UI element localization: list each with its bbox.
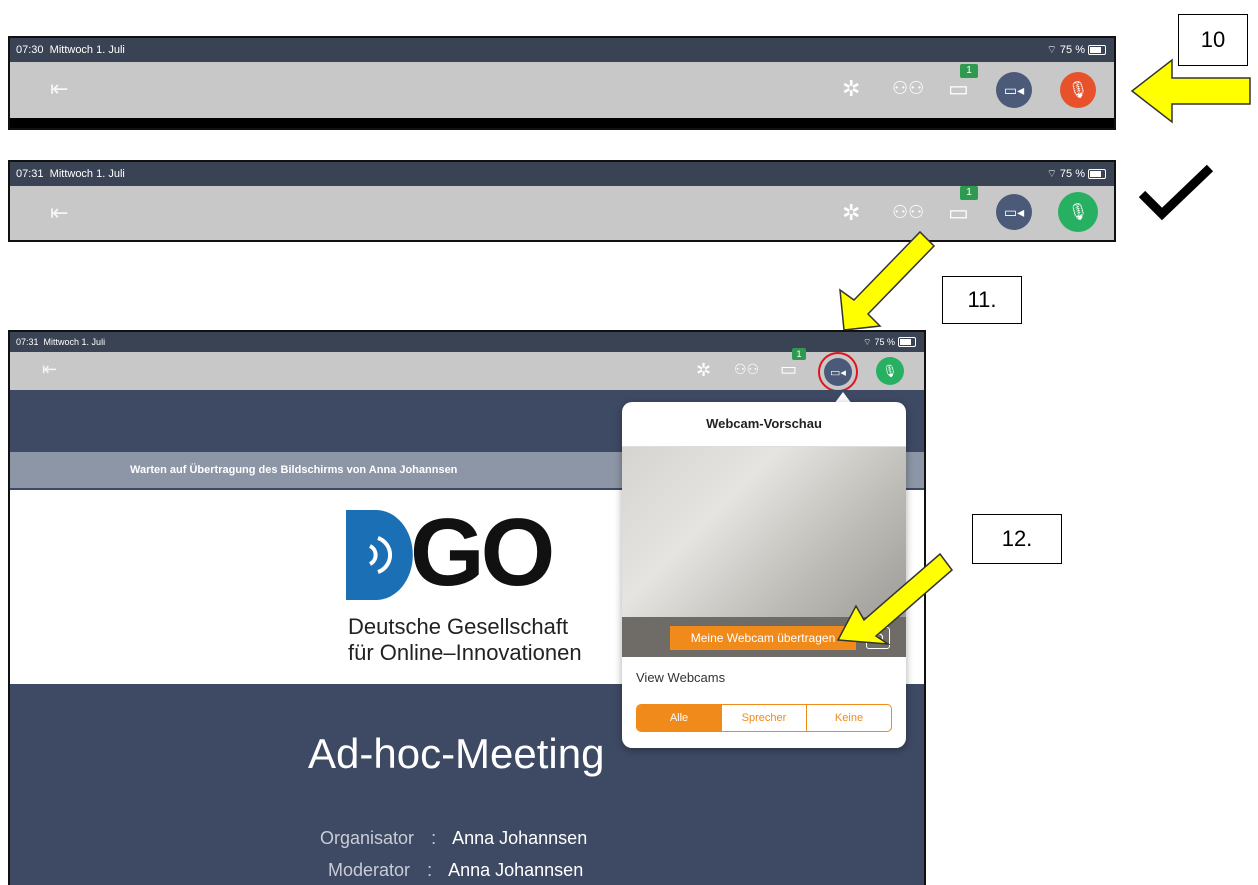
battery-percent: 75 % — [1059, 168, 1085, 180]
moderator-value: Anna Johannsen — [448, 860, 584, 880]
dgo-logo: GO — [346, 499, 606, 606]
status-bar: 07:30 Mittwoch 1. Juli ⌔ 75 % — [10, 38, 1114, 62]
moderator-label: Moderator — [328, 860, 411, 880]
status-time: 07:31 — [16, 168, 44, 180]
exit-icon[interactable]: ⇤ — [50, 202, 68, 224]
arrow-step-12-shape — [836, 552, 954, 645]
popover-title: Webcam-Vorschau — [622, 402, 906, 447]
arrow-step-10 — [1130, 58, 1251, 124]
battery-icon — [1088, 169, 1106, 179]
battery-icon — [898, 337, 916, 347]
share-webcam-button[interactable]: Meine Webcam übertragen — [670, 626, 856, 650]
chat-badge: 1 — [960, 64, 978, 78]
mic-icon: 🎙 — [1067, 204, 1089, 221]
status-date: Mittwoch 1. Juli — [49, 168, 125, 180]
microphone-active-button[interactable]: 🎙 — [1058, 192, 1098, 232]
logo-line-2: für Online–Innovationen — [348, 640, 582, 665]
checkmark-shape — [1138, 164, 1214, 221]
segment-keine[interactable]: Keine — [807, 705, 891, 731]
status-bar: 07:31 Mittwoch 1. Juli ⌔ 75 % — [10, 162, 1114, 186]
battery-percent: 75 % — [874, 337, 895, 347]
organisator-row: Organisator : Anna Johannsen — [320, 828, 587, 849]
webcam-button[interactable]: ▭◂ — [996, 194, 1032, 230]
meeting-title: Ad-hoc-Meeting — [308, 730, 605, 777]
toolbar-screenshot-muted: 07:30 Mittwoch 1. Juli ⌔ 75 % ⇤ ✲ ⚇⚇ ▭ 1 … — [8, 36, 1116, 130]
toolbar-bottom-edge — [10, 118, 1114, 128]
chat-icon[interactable]: ▭ — [948, 78, 969, 100]
webcam-button[interactable]: ▭◂ — [996, 72, 1032, 108]
status-time: 07:31 — [16, 337, 39, 347]
camera-icon: ▭◂ — [830, 366, 846, 379]
settings-gear-icon[interactable]: ✲ — [842, 202, 860, 224]
arrow-step-11 — [839, 230, 936, 331]
battery-percent: 75 % — [1059, 44, 1085, 56]
separator: : — [427, 860, 433, 880]
arrow-step-10-shape — [1130, 58, 1251, 124]
wifi-icon: ⌔ — [863, 337, 872, 347]
battery-icon — [1088, 45, 1106, 55]
status-time: 07:30 — [16, 44, 44, 56]
organisator-value: Anna Johannsen — [452, 828, 588, 848]
settings-gear-icon[interactable]: ✲ — [696, 361, 711, 379]
status-date: Mittwoch 1. Juli — [43, 337, 106, 347]
chat-badge: 1 — [960, 186, 978, 200]
step-11-label: 11. — [942, 276, 1022, 324]
settings-gear-icon[interactable]: ✲ — [842, 78, 860, 100]
wifi-icon: ⌔ — [1046, 168, 1057, 180]
users-icon[interactable]: ⚇⚇ — [734, 362, 759, 376]
dgo-d-shape — [346, 510, 413, 600]
microphone-muted-button[interactable]: 🎙 — [1060, 72, 1096, 108]
arrow-step-12 — [836, 552, 954, 645]
toolbar: ⇤ ✲ ⚇⚇ ▭ 1 ▭◂ 🎙 — [10, 62, 1114, 118]
arrow-step-11-shape — [839, 230, 936, 331]
segment-alle[interactable]: Alle — [637, 705, 722, 731]
organisator-label: Organisator — [320, 828, 415, 848]
wifi-icon: ⌔ — [1046, 44, 1057, 56]
camera-icon: ▭◂ — [1003, 203, 1025, 220]
dgo-d-icon — [346, 510, 413, 600]
dgo-letters: GO — [410, 499, 555, 606]
separator: : — [431, 828, 437, 848]
webcam-button[interactable]: ▭◂ — [824, 358, 852, 386]
segment-sprecher[interactable]: Sprecher — [722, 705, 807, 731]
checkmark-icon — [1138, 164, 1214, 221]
moderator-row: Moderator : Anna Johannsen — [328, 860, 583, 881]
toolbar-screenshot-unmuted: 07:31 Mittwoch 1. Juli ⌔ 75 % ⇤ ✲ ⚇⚇ ▭ 1 … — [8, 160, 1116, 242]
app-screenshot: 07:31 Mittwoch 1. Juli ⌔ 75 % ⇤ ✲ ⚇⚇ ▭ 1 … — [8, 330, 926, 885]
status-bar: 07:31 Mittwoch 1. Juli ⌔ 75 % — [10, 332, 924, 352]
exit-icon[interactable]: ⇤ — [50, 78, 68, 100]
logo-line-1: Deutsche Gesellschaft — [348, 614, 569, 639]
users-icon[interactable]: ⚇⚇ — [892, 203, 924, 221]
users-icon[interactable]: ⚇⚇ — [892, 79, 924, 97]
exit-icon[interactable]: ⇤ — [42, 360, 57, 378]
mic-icon: 🎙 — [882, 364, 898, 378]
view-webcams-label: View Webcams — [636, 670, 726, 685]
chat-icon[interactable]: ▭ — [948, 202, 969, 224]
mic-off-icon: 🎙 — [1067, 82, 1089, 99]
toolbar: ⇤ ✲ ⚇⚇ ▭ 1 ▭◂ 🎙 — [10, 186, 1114, 240]
status-date: Mittwoch 1. Juli — [49, 44, 125, 56]
chat-badge: 1 — [792, 348, 806, 360]
step-12-label: 12. — [972, 514, 1062, 564]
toolbar: ⇤ ✲ ⚇⚇ ▭ 1 ▭◂ 🎙 — [10, 348, 924, 392]
microphone-active-button[interactable]: 🎙 — [876, 357, 904, 385]
chat-icon[interactable]: ▭ — [780, 360, 797, 378]
camera-icon: ▭◂ — [1003, 81, 1025, 98]
webcam-view-segmented-control: Alle Sprecher Keine — [636, 704, 892, 732]
